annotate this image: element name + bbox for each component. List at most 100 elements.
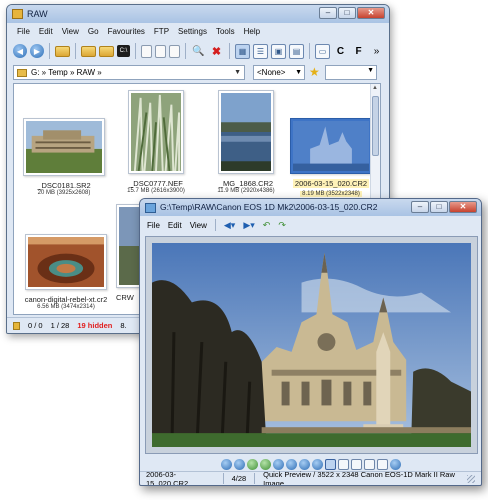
lake-photo	[221, 93, 271, 171]
thumbnail-info: 20 MB (3925x2608)	[37, 190, 91, 196]
building-photo	[26, 121, 102, 173]
settings-gear-icon[interactable]	[389, 458, 401, 470]
rotate-right-icon[interactable]	[259, 458, 271, 470]
menu-help[interactable]: Help	[244, 27, 260, 36]
favourites-select[interactable]: ▼	[325, 65, 377, 80]
viewer-position: 4/28	[231, 474, 247, 483]
menu-view[interactable]: View	[190, 221, 207, 230]
hidden-count: 19 hidden	[77, 321, 113, 330]
menu-settings[interactable]: Settings	[178, 27, 207, 36]
zoom-in-icon[interactable]	[272, 458, 284, 470]
address-bar[interactable]: G: » Temp » RAW » ▼	[13, 65, 245, 80]
chevron-down-icon[interactable]: ▼	[295, 66, 302, 79]
menu-favourites[interactable]: Favourites	[108, 27, 145, 36]
previous-icon[interactable]: ◀▾	[224, 220, 235, 231]
thumbnail-item[interactable]: _DSC0777.NEF 15.7 MB (2616x3900)	[114, 90, 198, 194]
toolbar-separator	[75, 43, 76, 59]
filter-value: <None>	[257, 68, 286, 77]
browser-menubar: File Edit View Go Favourites FTP Setting…	[7, 24, 389, 38]
thumbnail-frame	[128, 90, 184, 174]
menu-edit[interactable]: Edit	[39, 27, 53, 36]
zoom-fit-icon[interactable]	[298, 458, 310, 470]
close-button[interactable]: ✕	[357, 7, 385, 19]
thumbnail-name: _MG_1868.CR2	[218, 179, 274, 188]
viewer-filename: 2006-03-15_020.CR2	[146, 469, 189, 486]
browser-window-controls: – □ ✕	[319, 7, 385, 19]
menu-edit[interactable]: Edit	[168, 221, 182, 230]
copy-icon[interactable]	[141, 44, 152, 58]
chevron-down-icon[interactable]: ▼	[367, 67, 374, 74]
back-icon[interactable]: ◀	[13, 44, 27, 58]
new-folder-icon[interactable]	[99, 45, 114, 57]
scroll-up-icon[interactable]: ▲	[372, 85, 378, 91]
viewer-window-controls: – □ ✕	[411, 201, 477, 213]
toolbar-separator	[135, 43, 136, 59]
forward-icon[interactable]: ▶	[30, 44, 44, 58]
minimize-button[interactable]: –	[319, 7, 337, 19]
details-view-icon[interactable]: ☰	[253, 43, 268, 59]
list-view-icon[interactable]: ▤	[289, 43, 304, 59]
folder-icon	[12, 9, 23, 19]
minimize-button[interactable]: –	[411, 201, 429, 213]
filter-select[interactable]: <None> ▼	[253, 65, 305, 80]
thumbnail-item[interactable]: canon-digital-rebel-xt.cr2 6.56 MB (3474…	[20, 234, 112, 310]
status-separator	[254, 473, 256, 484]
thumbnail-info: 6.56 MB (3474x2314)	[37, 304, 95, 310]
viewer-titlebar[interactable]: G:\Temp\RAW\Canon EOS 1D Mk2\2006-03-15_…	[140, 199, 481, 216]
print-icon[interactable]	[376, 458, 388, 470]
command-prompt-icon[interactable]: C:\	[117, 45, 130, 57]
convert-icon[interactable]: C	[333, 44, 348, 59]
paste-icon[interactable]	[155, 44, 166, 58]
maximize-button[interactable]: □	[430, 201, 448, 213]
viewer-title: G:\Temp\RAW\Canon EOS 1D Mk2\2006-03-15_…	[160, 202, 378, 212]
info-icon[interactable]	[363, 458, 375, 470]
next-image-icon[interactable]	[233, 458, 245, 470]
folder-up-icon[interactable]	[55, 45, 70, 57]
search-icon[interactable]: 🔍	[191, 44, 206, 59]
rotate-left-icon[interactable]: ↶	[263, 220, 271, 231]
chevron-down-icon[interactable]: ▼	[234, 69, 241, 76]
browser-titlebar[interactable]: RAW – □ ✕	[7, 5, 389, 23]
previous-image-icon[interactable]	[220, 458, 232, 470]
menu-view[interactable]: View	[62, 27, 79, 36]
format-icon[interactable]: F	[351, 44, 366, 59]
toolbar-separator	[309, 43, 310, 59]
viewer-menubar: File Edit View ◀▾ ▶▾ ↶ ↷	[140, 217, 481, 233]
close-button[interactable]: ✕	[449, 201, 477, 213]
fit-window-icon[interactable]	[324, 458, 336, 470]
menu-tools[interactable]: Tools	[216, 27, 235, 36]
preview-view-icon[interactable]: ▣	[271, 43, 286, 59]
menu-go[interactable]: Go	[88, 27, 99, 36]
panel-icon[interactable]: ▭	[315, 43, 330, 59]
zoom-out-icon[interactable]	[285, 458, 297, 470]
move-icon[interactable]	[169, 44, 180, 58]
rotate-right-icon[interactable]: ↷	[278, 220, 286, 231]
thumbnail-item-selected[interactable]: 2006-03-15_020.CR2 8.19 MB (3522x2348)	[286, 118, 376, 197]
resize-grip-icon[interactable]	[467, 474, 475, 483]
rotate-left-icon[interactable]	[246, 458, 258, 470]
menu-file[interactable]: File	[147, 221, 160, 230]
menu-separator	[214, 219, 216, 231]
canyon-photo	[28, 237, 104, 287]
thumbnail-item[interactable]: _DSC0181.SR2 20 MB (3925x2608)	[22, 118, 106, 196]
thumbnail-item[interactable]: _MG_1868.CR2 11.9 MB (2920x4386)	[204, 90, 288, 194]
menu-ftp[interactable]: FTP	[154, 27, 169, 36]
menu-file[interactable]: File	[17, 27, 30, 36]
thumbnail-frame	[290, 118, 372, 174]
thumbnail-name: canon-digital-rebel-xt.cr2	[24, 295, 108, 304]
star-icon[interactable]: ★	[309, 65, 320, 79]
scrollbar-thumb[interactable]	[372, 96, 379, 156]
image-viewport[interactable]	[145, 236, 478, 454]
zoom-actual-icon[interactable]	[311, 458, 323, 470]
next-icon[interactable]: ▶▾	[243, 220, 254, 231]
page-count: 1 / 28	[50, 321, 70, 330]
maximize-button[interactable]: □	[338, 7, 356, 19]
fullscreen-icon[interactable]	[337, 458, 349, 470]
thumbnails-view-icon[interactable]: ▦	[235, 43, 250, 59]
viewer-image-info: Quick Preview / 3522 x 2348 Canon EOS-1D…	[263, 469, 455, 486]
delete-icon[interactable]: ✖	[209, 44, 224, 59]
open-folder-icon[interactable]	[81, 45, 96, 57]
thumbnail-frame	[218, 90, 274, 174]
toolbar-overflow[interactable]: »	[369, 44, 384, 59]
slideshow-icon[interactable]	[350, 458, 362, 470]
